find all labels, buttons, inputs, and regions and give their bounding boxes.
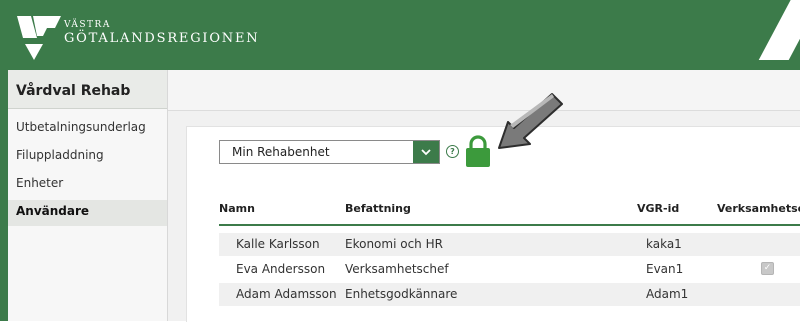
sidebar-title-text: Vårdval Rehab xyxy=(16,83,131,99)
sidebar: Vårdval Rehab Utbetalningsunderlag Filup… xyxy=(0,70,168,321)
column-header-name[interactable]: Namn xyxy=(219,202,255,215)
manager-checkbox: ✓ xyxy=(761,262,774,275)
content-topbar xyxy=(168,70,800,111)
brand-line2: GÖTALANDSREGIONEN xyxy=(64,31,260,46)
sidebar-item-filuppladdning[interactable]: Filuppladdning xyxy=(8,144,167,170)
sidebar-item-enheter[interactable]: Enheter xyxy=(8,172,167,198)
table-row[interactable]: Adam Adamsson Enhetsgodkännare Adam1 xyxy=(219,283,800,306)
users-table-header: Namn Befattning VGR-id Verksamhetsch xyxy=(219,190,800,226)
cell-vgr-id: Evan1 xyxy=(646,262,684,276)
cell-title: Enhetsgodkännare xyxy=(345,287,458,301)
app-header: VÄSTRA GÖTALANDSREGIONEN xyxy=(0,0,800,70)
annotation-arrow-icon xyxy=(498,93,563,149)
brand-wordmark: VÄSTRA GÖTALANDSREGIONEN xyxy=(64,20,259,46)
chevron-down-icon xyxy=(421,148,431,155)
column-header-title[interactable]: Befattning xyxy=(345,202,411,215)
table-row[interactable]: Kalle Karlsson Ekonomi och HR kaka1 xyxy=(219,233,800,256)
column-header-vgr-id[interactable]: VGR-id xyxy=(637,202,679,215)
sidebar-item-anvandare[interactable]: Användare xyxy=(8,200,167,226)
sidebar-title: Vårdval Rehab xyxy=(8,70,167,109)
cell-vgr-id: kaka1 xyxy=(646,237,682,251)
sidebar-item-label: Utbetalningsunderlag xyxy=(16,120,146,134)
unit-select[interactable]: Min Rehabenhet xyxy=(219,140,440,164)
unit-select-value: Min Rehabenhet xyxy=(232,145,330,159)
sidebar-item-label: Filuppladdning xyxy=(16,148,104,162)
cell-name: Kalle Karlsson xyxy=(236,237,320,251)
sidebar-item-utbetalningsunderlag[interactable]: Utbetalningsunderlag xyxy=(8,116,167,142)
unit-select-toggle[interactable] xyxy=(413,141,439,163)
column-header-manager[interactable]: Verksamhetsch xyxy=(717,202,800,215)
sidebar-item-label: Användare xyxy=(16,204,90,218)
cell-vgr-id: Adam1 xyxy=(646,287,689,301)
cell-name: Adam Adamsson xyxy=(236,287,337,301)
sidebar-item-label: Enheter xyxy=(16,176,64,190)
cell-title: Ekonomi och HR xyxy=(345,237,443,251)
sidebar-accent-bar xyxy=(0,70,8,321)
lock-icon[interactable] xyxy=(464,134,492,168)
help-icon[interactable]: ? xyxy=(446,145,459,158)
header-corner-decoration xyxy=(758,0,800,60)
table-row[interactable]: Eva Andersson Verksamhetschef Evan1 ✓ xyxy=(219,258,800,281)
cell-name: Eva Andersson xyxy=(236,262,326,276)
cell-title: Verksamhetschef xyxy=(345,262,449,276)
brand-line1: VÄSTRA xyxy=(64,20,111,30)
